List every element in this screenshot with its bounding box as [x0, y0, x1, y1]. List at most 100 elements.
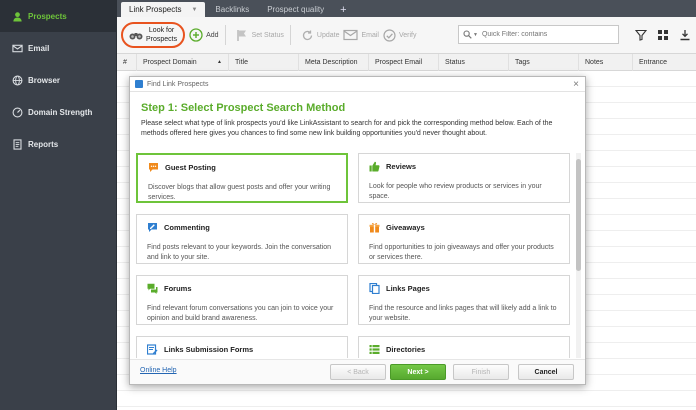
column-header-index[interactable]: #: [117, 53, 137, 71]
gift-icon: [369, 222, 380, 233]
table-header: # Prospect Domain ▲ Title Meta Descripti…: [117, 53, 696, 71]
method-card-commenting[interactable]: Commenting Find posts relevant to your k…: [136, 214, 348, 264]
verify-button[interactable]: Verify: [383, 21, 417, 49]
next-button[interactable]: Next >: [390, 364, 446, 380]
search-method-cards: Guest Posting Discover blogs that allow …: [136, 153, 570, 358]
envelope-icon: [11, 42, 23, 54]
add-tab-button[interactable]: +: [334, 2, 352, 17]
method-card-giveaways[interactable]: Giveaways Find opportunities to join giv…: [358, 214, 570, 264]
quick-filter[interactable]: ▼: [458, 25, 619, 44]
check-circle-icon: [383, 28, 396, 42]
column-header-prospect-domain[interactable]: Prospect Domain ▲: [137, 53, 229, 71]
sort-ascending-icon: ▲: [217, 59, 222, 65]
plus-circle-icon: [189, 28, 203, 42]
card-header: Giveaways: [369, 222, 559, 233]
method-card-directories[interactable]: Directories: [358, 336, 570, 358]
chevron-down-icon[interactable]: ▼: [473, 32, 478, 38]
card-header: Links Submission Forms: [147, 344, 337, 355]
card-header: Directories: [369, 344, 559, 355]
tab-label: Backlinks: [215, 5, 250, 14]
toolbar: Look for Prospects Add Set Status Update…: [117, 17, 696, 54]
dialog-titlebar: Find Link Prospects ×: [130, 77, 585, 92]
sidebar-item-label: Email: [28, 43, 50, 53]
binoculars-icon: [129, 33, 143, 40]
app-icon: [135, 80, 143, 88]
column-header-tags[interactable]: Tags: [509, 53, 579, 71]
envelope-icon: [343, 29, 359, 41]
method-card-links-submission-forms[interactable]: Links Submission Forms: [136, 336, 348, 358]
card-description: Look for people who review products or s…: [369, 183, 542, 200]
card-description: Discover blogs that allow guest posts an…: [148, 184, 331, 201]
cancel-button[interactable]: Cancel: [518, 364, 574, 380]
column-header-prospect-email[interactable]: Prospect Email: [369, 53, 439, 71]
card-description: Find relevant forum conversations you ca…: [147, 305, 334, 322]
card-description: Find the resource and links pages that w…: [369, 305, 557, 322]
method-card-links-pages[interactable]: Links Pages Find the resource and links …: [358, 275, 570, 325]
toolbar-divider: [289, 25, 291, 45]
card-header: Guest Posting: [148, 162, 336, 173]
finish-button[interactable]: Finish: [453, 364, 509, 380]
user-icon: [11, 10, 23, 22]
step-title: Step 1: Select Prospect Search Method: [141, 102, 346, 114]
export-download-icon[interactable]: [674, 25, 696, 45]
scrollbar-thumb[interactable]: [576, 159, 581, 271]
back-button[interactable]: < Back: [330, 364, 386, 380]
sidebar-item-browser[interactable]: Browser: [0, 64, 116, 96]
sidebar: Prospects Email Browser Domain Strength …: [0, 0, 117, 410]
toolbar-right: [630, 25, 696, 45]
list-icon: [369, 344, 380, 355]
column-header-entrance[interactable]: Entrance: [633, 54, 673, 71]
sidebar-item-reports[interactable]: Reports: [0, 128, 116, 160]
columns-grid-icon[interactable]: [652, 25, 674, 45]
gauge-icon: [11, 106, 23, 118]
sidebar-item-label: Domain Strength: [28, 107, 93, 117]
form-icon: [147, 344, 158, 355]
sidebar-item-email[interactable]: Email: [0, 32, 116, 64]
cards-scrollbar[interactable]: [576, 153, 581, 358]
method-card-forums[interactable]: Forums Find relevant forum conversations…: [136, 275, 348, 325]
document-icon: [11, 138, 23, 150]
sidebar-item-domain-strength[interactable]: Domain Strength: [0, 96, 116, 128]
step-description: Please select what type of link prospect…: [141, 120, 553, 137]
card-header: Links Pages: [369, 283, 559, 294]
column-header-status[interactable]: Status: [439, 53, 509, 71]
globe-icon: [11, 74, 23, 86]
column-header-title[interactable]: Title: [229, 53, 299, 71]
chat-bubble-icon: [148, 162, 159, 173]
card-header: Forums: [147, 283, 337, 294]
online-help-link[interactable]: Online Help: [140, 367, 177, 374]
look-for-prospects-button[interactable]: Look for Prospects: [121, 22, 186, 48]
look-for-prospects-label: Look for Prospects: [146, 27, 178, 43]
card-header: Reviews: [369, 161, 559, 172]
sidebar-item-prospects[interactable]: Prospects: [0, 0, 116, 32]
toolbar-divider: [224, 25, 226, 45]
tab-prospect-quality[interactable]: Prospect quality: [259, 2, 332, 17]
method-card-reviews[interactable]: Reviews Look for people who review produ…: [358, 153, 570, 203]
column-header-meta-description[interactable]: Meta Description: [299, 53, 369, 71]
method-card-guest-posting[interactable]: Guest Posting Discover blogs that allow …: [136, 153, 348, 203]
sidebar-item-label: Reports: [28, 139, 59, 149]
forum-icon: [147, 283, 158, 294]
email-button[interactable]: Email: [343, 21, 379, 49]
column-header-notes[interactable]: Notes: [579, 53, 633, 71]
find-link-prospects-dialog: Find Link Prospects × Step 1: Select Pro…: [129, 76, 586, 385]
flag-icon: [236, 29, 246, 41]
sidebar-item-label: Prospects: [28, 11, 67, 21]
search-icon: [463, 30, 472, 39]
tab-backlinks[interactable]: Backlinks: [207, 2, 257, 17]
tab-link-prospects[interactable]: Link Prospects ▼: [121, 2, 206, 17]
add-button[interactable]: Add: [189, 21, 219, 49]
close-icon[interactable]: ×: [573, 79, 579, 90]
update-button[interactable]: Update: [301, 21, 339, 49]
dialog-window-title: Find Link Prospects: [147, 80, 209, 88]
thumbs-up-icon: [369, 161, 380, 172]
comment-edit-icon: [147, 222, 158, 233]
card-description: Find posts relevant to your keywords. Jo…: [147, 244, 332, 261]
sidebar-item-label: Browser: [28, 75, 61, 85]
chevron-down-icon[interactable]: ▼: [191, 7, 197, 13]
tab-label: Link Prospects: [129, 5, 182, 14]
filter-icon[interactable]: [630, 25, 652, 45]
quick-filter-input[interactable]: [481, 31, 602, 38]
set-status-button[interactable]: Set Status: [236, 21, 284, 49]
tab-label: Prospect quality: [267, 5, 325, 14]
